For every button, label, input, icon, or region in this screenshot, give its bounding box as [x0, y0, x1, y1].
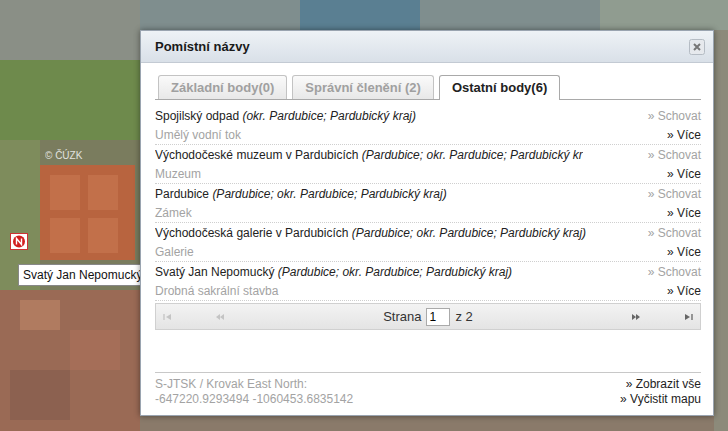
item-title: Svatý Jan Nepomucký: [155, 265, 278, 279]
page-count: z 2: [455, 309, 472, 324]
map-area: [88, 175, 118, 210]
prev-arrow-icon: [212, 311, 224, 323]
pager-right: [632, 311, 694, 323]
hide-link[interactable]: » Schovat: [648, 109, 701, 123]
map-area: [88, 218, 118, 253]
item-name: Svatý Jan Nepomucký (Pardubice; okr. Par…: [155, 265, 512, 279]
map-area: [300, 0, 420, 30]
item-location: (Pardubice; okr. Pardubice; Pardubický k…: [352, 226, 586, 240]
tab[interactable]: Správní členění (2): [292, 75, 434, 99]
item-header: Svatý Jan Nepomucký (Pardubice; okr. Par…: [155, 262, 701, 281]
spacer: [155, 330, 701, 372]
pager-center: Strana z 2: [383, 308, 473, 326]
pager-next-button[interactable]: [632, 311, 644, 323]
map-area: [600, 0, 728, 30]
tab[interactable]: Ostatní body(6): [439, 75, 560, 100]
footer: S-JTSK / Krovak East North:-647220.92934…: [155, 372, 701, 407]
page-input[interactable]: [426, 308, 450, 326]
result-item: Pardubice (Pardubice; okr. Pardubice; Pa…: [155, 184, 701, 223]
item-header: Pardubice (Pardubice; okr. Pardubice; Pa…: [155, 184, 701, 203]
more-link[interactable]: » Více: [667, 245, 701, 259]
pager-last-button[interactable]: [682, 311, 694, 323]
pager-left: [162, 311, 224, 323]
pager: Strana z 2: [155, 303, 701, 330]
more-link[interactable]: » Více: [667, 206, 701, 220]
map-area: [70, 330, 120, 370]
item-header: Spojilský odpad (okr. Pardubice; Pardubi…: [155, 106, 701, 125]
hide-link[interactable]: » Schovat: [648, 226, 701, 240]
hide-link[interactable]: » Schovat: [648, 265, 701, 279]
item-header: Východočeská galerie v Pardubicích (Pard…: [155, 223, 701, 242]
next-arrow-icon: [632, 311, 644, 323]
item-header: Východočeské muzeum v Pardubicích (Pardu…: [155, 145, 701, 164]
crs-label: S-JTSK / Krovak East North:: [155, 377, 353, 392]
item-title: Východočeská galerie v Pardubicích: [155, 226, 352, 240]
more-link[interactable]: » Více: [667, 128, 701, 142]
map-area: [714, 0, 728, 431]
footer-link[interactable]: » Vyčistit mapu: [620, 392, 701, 407]
item-location: (Pardubice; okr. Pardubice; Pardubický k…: [278, 265, 512, 279]
map-area: [0, 0, 140, 60]
chapel-icon: [10, 233, 28, 250]
item-name: Pardubice (Pardubice; okr. Pardubice; Pa…: [155, 187, 447, 201]
dialog: Pomístní názvy Základní body(0)Správní čl…: [140, 30, 714, 416]
close-button[interactable]: [689, 39, 705, 55]
item-details: Zámek » Více: [155, 203, 701, 222]
item-type: Muzeum: [155, 167, 201, 181]
title-bar: Pomístní názvy: [141, 31, 713, 63]
map-area: [50, 218, 80, 253]
item-type: Zámek: [155, 206, 192, 220]
map-area: [140, 416, 728, 431]
item-title: Pardubice: [155, 187, 212, 201]
item-name: Spojilský odpad (okr. Pardubice; Pardubi…: [155, 109, 416, 123]
item-location: (Pardubice; okr. Pardubice; Pardubický k…: [212, 187, 446, 201]
item-type: Galerie: [155, 245, 194, 259]
item-details: Drobná sakrální stavba » Více: [155, 281, 701, 300]
window-title: Pomístní názvy: [155, 39, 250, 54]
last-arrow-icon: [682, 311, 694, 323]
map-marker[interactable]: [10, 233, 28, 250]
more-link[interactable]: » Více: [667, 284, 701, 298]
item-location: (Pardubice; okr. Pardubice; Pardubický k…: [362, 148, 583, 162]
result-list: Spojilský odpad (okr. Pardubice; Pardubi…: [155, 106, 701, 301]
map-area: [20, 300, 60, 330]
coords-value: -647220.9293494 -1060453.6835142: [155, 392, 353, 407]
footer-link[interactable]: » Zobrazit vše: [620, 377, 701, 392]
tab[interactable]: Základní body(0): [158, 75, 287, 99]
item-name: Východočeské muzeum v Pardubicích (Pardu…: [155, 148, 583, 162]
item-details: Umělý vodní tok » Více: [155, 125, 701, 144]
more-link[interactable]: » Více: [667, 167, 701, 181]
page-label: Strana: [383, 309, 421, 324]
pager-prev-button[interactable]: [212, 311, 224, 323]
coordinates: S-JTSK / Krovak East North:-647220.92934…: [155, 377, 353, 407]
map-area: [10, 370, 70, 420]
hide-link[interactable]: » Schovat: [648, 148, 701, 162]
map-copyright: © ČÚZK: [45, 150, 82, 161]
result-item: Východočeské muzeum v Pardubicích (Pardu…: [155, 145, 701, 184]
first-arrow-icon: [162, 311, 174, 323]
tab-bar: Základní body(0)Správní členění (2)Ostat…: [155, 75, 701, 100]
item-title: Spojilský odpad: [155, 109, 242, 123]
result-item: Spojilský odpad (okr. Pardubice; Pardubi…: [155, 106, 701, 145]
dialog-body: Základní body(0)Správní členění (2)Ostat…: [141, 63, 713, 415]
footer-links: » Zobrazit vše» Vyčistit mapu: [620, 377, 701, 407]
item-name: Východočeská galerie v Pardubicích (Pard…: [155, 226, 586, 240]
item-type: Drobná sakrální stavba: [155, 284, 278, 298]
close-icon: [689, 39, 705, 55]
item-details: Galerie » Více: [155, 242, 701, 261]
item-details: Muzeum » Více: [155, 164, 701, 183]
hide-link[interactable]: » Schovat: [648, 187, 701, 201]
pager-first-button[interactable]: [162, 311, 174, 323]
item-type: Umělý vodní tok: [155, 128, 241, 142]
result-item: Svatý Jan Nepomucký (Pardubice; okr. Par…: [155, 262, 701, 301]
map-area: [0, 60, 140, 140]
item-location: (okr. Pardubice; Pardubický kraj): [242, 109, 416, 123]
marker-tooltip: Svatý Jan Nepomucký: [18, 264, 147, 286]
item-title: Východočeské muzeum v Pardubicích: [155, 148, 362, 162]
map-area: [50, 175, 80, 210]
result-item: Východočeská galerie v Pardubicích (Pard…: [155, 223, 701, 262]
